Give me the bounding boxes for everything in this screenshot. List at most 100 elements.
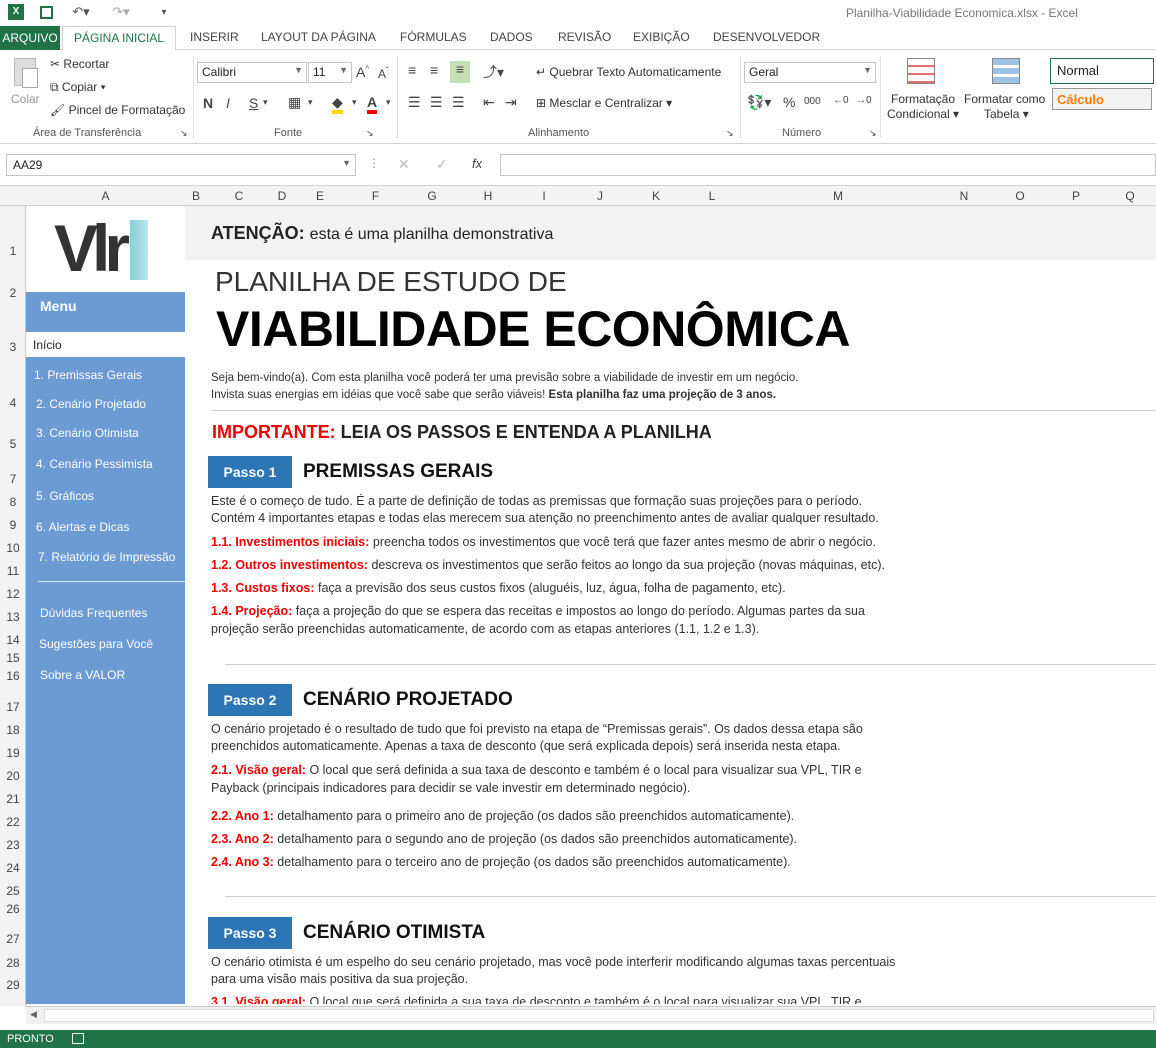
- align-left-icon[interactable]: ☰: [408, 94, 421, 111]
- row-header[interactable]: 19: [0, 746, 26, 760]
- undo-icon[interactable]: ↶▾: [66, 3, 96, 21]
- redo-icon[interactable]: ↷▾: [106, 3, 136, 21]
- tab-page-layout[interactable]: LAYOUT DA PÁGINA: [261, 30, 376, 44]
- number-launcher-icon[interactable]: ↘: [869, 128, 877, 139]
- sidebar-item-graficos[interactable]: 5. Gráficos: [36, 489, 94, 503]
- decrease-font-icon[interactable]: Aˇ: [378, 66, 389, 81]
- row-header[interactable]: 28: [0, 956, 26, 970]
- sidebar-item-sugestoes[interactable]: Sugestões para Você: [39, 637, 153, 651]
- fill-color-icon[interactable]: ◆: [332, 94, 343, 114]
- save-icon[interactable]: [36, 3, 56, 21]
- row-header[interactable]: 21: [0, 792, 26, 806]
- sidebar-item-cenario-projetado[interactable]: 2. Cenário Projetado: [36, 397, 146, 411]
- cut-button[interactable]: ✂ Recortar: [50, 57, 109, 71]
- column-header[interactable]: F: [347, 189, 404, 203]
- row-header[interactable]: 15: [0, 651, 26, 665]
- borders-dropdown-icon[interactable]: ▾: [308, 97, 313, 108]
- formula-input[interactable]: [500, 154, 1156, 176]
- font-color-dropdown-icon[interactable]: ▾: [386, 97, 391, 108]
- row-header[interactable]: 8: [0, 495, 26, 509]
- column-header[interactable]: M: [740, 189, 936, 203]
- column-header[interactable]: E: [293, 189, 347, 203]
- tab-view[interactable]: EXIBIÇÃO: [633, 30, 690, 44]
- column-header[interactable]: L: [684, 189, 740, 203]
- number-format-select[interactable]: Geral ▼: [744, 62, 876, 83]
- increase-indent-icon[interactable]: ⇥: [505, 94, 517, 111]
- row-header[interactable]: 12: [0, 587, 26, 601]
- row-header[interactable]: 9: [0, 518, 26, 532]
- clipboard-launcher-icon[interactable]: ↘: [180, 128, 188, 139]
- row-header[interactable]: 5: [0, 437, 26, 451]
- row-header[interactable]: 4: [0, 396, 26, 410]
- borders-icon[interactable]: ▦: [288, 94, 301, 111]
- row-header[interactable]: 23: [0, 838, 26, 852]
- row-header[interactable]: 27: [0, 932, 26, 946]
- sidebar-item-relatorio[interactable]: 7. Relatório de Impressão: [38, 550, 175, 564]
- row-header[interactable]: 20: [0, 769, 26, 783]
- sidebar-item-inicio[interactable]: Início: [26, 332, 185, 357]
- column-header[interactable]: K: [628, 189, 684, 203]
- decrease-indent-icon[interactable]: ⇤: [483, 94, 495, 111]
- fill-color-dropdown-icon[interactable]: ▾: [352, 97, 357, 108]
- paste-icon[interactable]: [10, 56, 40, 90]
- column-header[interactable]: I: [516, 189, 572, 203]
- row-header[interactable]: 10: [0, 541, 26, 555]
- column-header[interactable]: A: [26, 189, 185, 203]
- orientation-icon[interactable]: ⤴▾: [483, 62, 504, 82]
- row-header[interactable]: 1: [0, 244, 26, 258]
- row-header[interactable]: 7: [0, 472, 26, 486]
- insert-function-button[interactable]: fx: [472, 156, 482, 171]
- column-header[interactable]: D: [271, 189, 293, 203]
- align-right-icon[interactable]: ☰: [452, 94, 465, 111]
- sidebar-item-sobre[interactable]: Sobre a VALOR: [40, 668, 125, 682]
- row-header[interactable]: 26: [0, 902, 26, 916]
- font-launcher-icon[interactable]: ↘: [366, 128, 374, 139]
- name-box[interactable]: AA29 ▼: [6, 154, 356, 176]
- row-header[interactable]: 17: [0, 700, 26, 714]
- conditional-formatting-button[interactable]: Formatação: [891, 92, 955, 106]
- row-header[interactable]: 29: [0, 978, 26, 992]
- format-as-table-button[interactable]: Formatar como: [964, 92, 1045, 106]
- tab-file[interactable]: ARQUIVO: [0, 26, 60, 50]
- bold-button[interactable]: N: [203, 95, 213, 111]
- paste-button[interactable]: Colar: [11, 92, 40, 106]
- sidebar-item-cenario-pessimista[interactable]: 4. Cenário Pessimista: [36, 457, 153, 471]
- align-center-icon[interactable]: ☰: [430, 94, 443, 111]
- align-bottom-icon[interactable]: ≡: [450, 61, 470, 83]
- column-header[interactable]: G: [404, 189, 460, 203]
- row-header[interactable]: 16: [0, 669, 26, 683]
- font-size-select[interactable]: 11 ▼: [308, 62, 352, 83]
- decrease-decimal-icon[interactable]: →0: [856, 95, 872, 106]
- increase-decimal-icon[interactable]: ←0: [833, 95, 849, 106]
- tab-data[interactable]: DADOS: [490, 30, 533, 44]
- align-middle-icon[interactable]: ≡: [430, 62, 438, 78]
- style-normal[interactable]: Normal: [1050, 58, 1154, 84]
- row-header[interactable]: 14: [0, 633, 26, 647]
- row-header[interactable]: 18: [0, 723, 26, 737]
- column-header[interactable]: H: [460, 189, 516, 203]
- row-header[interactable]: 13: [0, 610, 26, 624]
- scroll-thumb[interactable]: [44, 1009, 1154, 1022]
- italic-button[interactable]: I: [226, 95, 230, 111]
- customize-quick-access-icon[interactable]: ▾: [156, 3, 172, 21]
- copy-button[interactable]: ⧉ Copiar ▾: [50, 80, 106, 95]
- sidebar-item-cenario-otimista[interactable]: 3. Cenário Otimista: [36, 426, 139, 440]
- conditional-formatting-icon[interactable]: [905, 56, 939, 88]
- column-header[interactable]: N: [936, 189, 992, 203]
- underline-dropdown-icon[interactable]: ▾: [263, 97, 268, 108]
- macro-record-icon[interactable]: [72, 1033, 84, 1044]
- format-painter-button[interactable]: 🖌 Pincel de Formatação: [50, 103, 185, 117]
- column-header[interactable]: P: [1048, 189, 1104, 203]
- row-header[interactable]: 25: [0, 884, 26, 898]
- column-header[interactable]: J: [572, 189, 628, 203]
- font-name-select[interactable]: Calibri ▼: [197, 62, 307, 83]
- align-top-icon[interactable]: ≡: [408, 62, 416, 78]
- row-header[interactable]: 3: [0, 340, 26, 354]
- row-header[interactable]: 2: [0, 286, 26, 300]
- enter-icon[interactable]: ✓: [436, 156, 448, 173]
- thousands-button[interactable]: 000: [804, 96, 821, 107]
- merge-center-button[interactable]: ⊞ Mesclar e Centralizar ▾: [536, 96, 672, 110]
- tab-insert[interactable]: INSERIR: [190, 30, 239, 44]
- row-header[interactable]: 22: [0, 815, 26, 829]
- tab-formulas[interactable]: FÓRMULAS: [400, 30, 467, 44]
